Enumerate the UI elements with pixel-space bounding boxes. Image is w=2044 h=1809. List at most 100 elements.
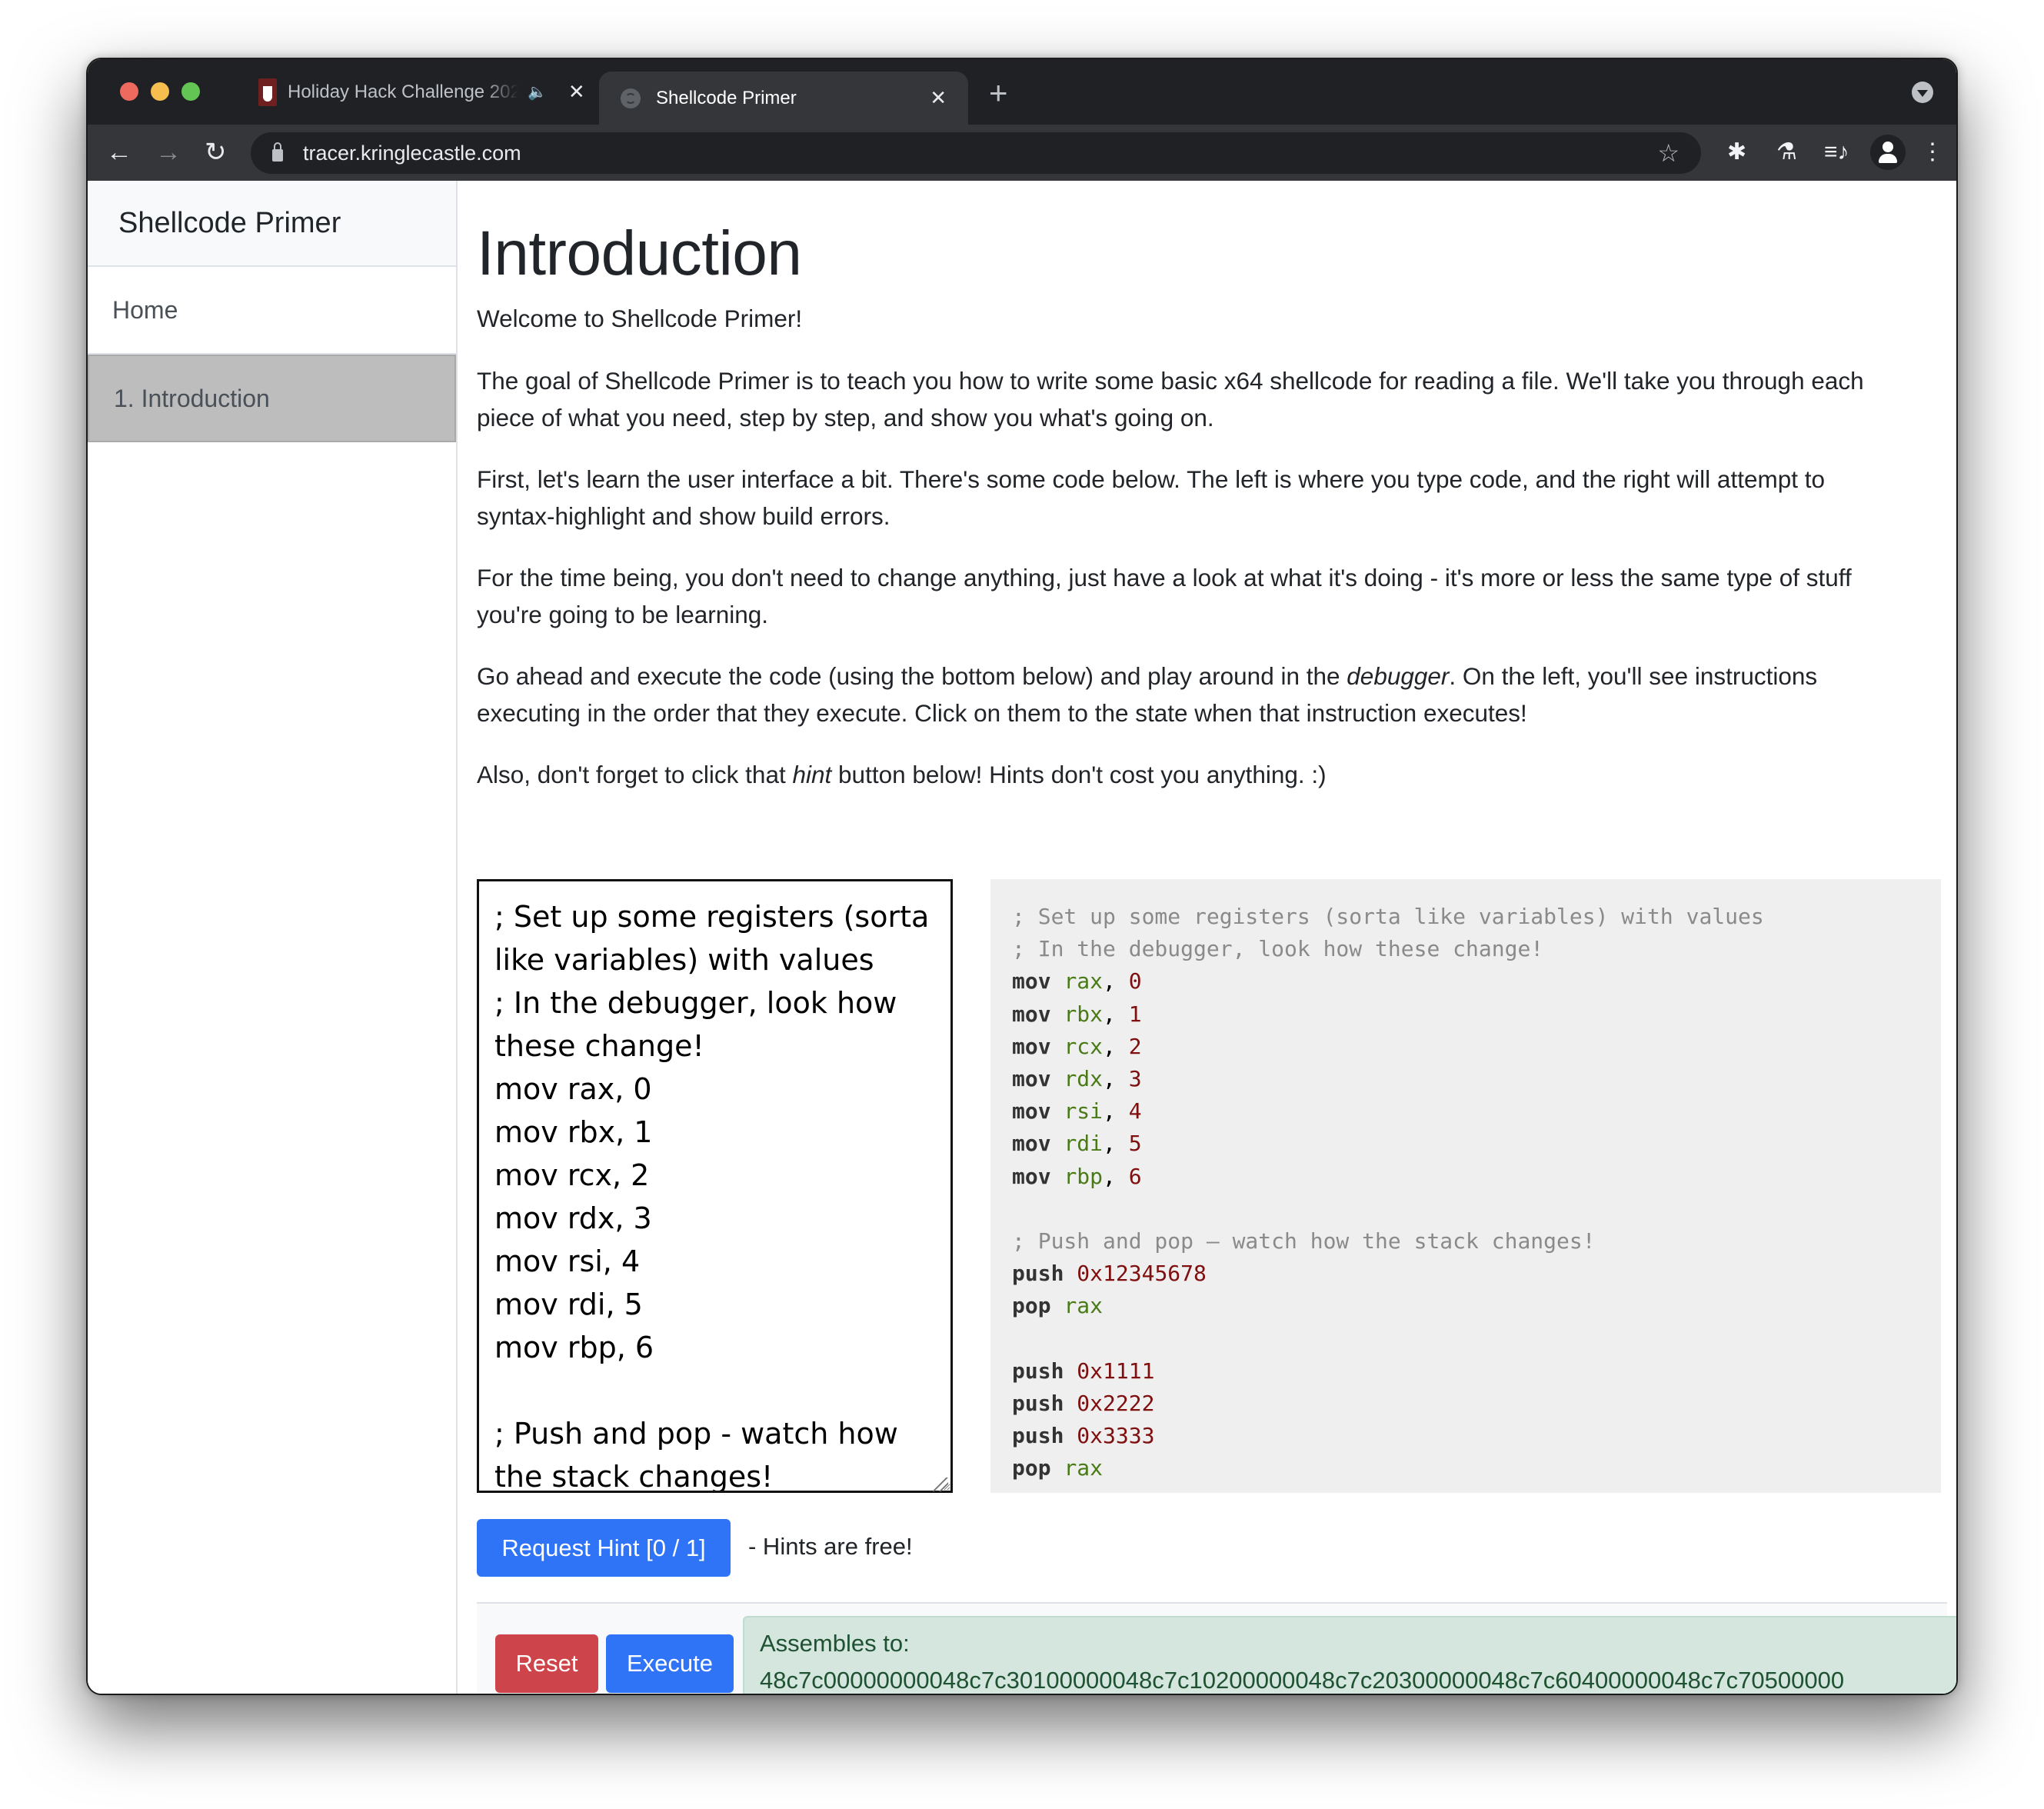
address-bar[interactable]: tracer.kringlecastle.com ☆ xyxy=(251,132,1701,174)
code-instruction: push xyxy=(1012,1358,1064,1384)
execute-button[interactable]: Execute xyxy=(606,1634,734,1693)
reset-button[interactable]: Reset xyxy=(495,1634,598,1693)
sidebar: Shellcode Primer Home 1. Introduction xyxy=(88,181,458,1694)
time-paragraph: For the time being, you don't need to ch… xyxy=(477,564,1852,628)
code-line: pop rax xyxy=(1012,1452,1941,1484)
sidebar-item-label: Home xyxy=(112,295,178,324)
profile-avatar-icon[interactable] xyxy=(1870,135,1906,170)
code-immediate: 0x3333 xyxy=(1077,1423,1155,1448)
code-immediate: 3 xyxy=(1128,1065,1142,1091)
sidebar-item-home[interactable]: Home xyxy=(88,267,456,355)
code-register: rax xyxy=(1064,1488,1103,1493)
main-content: Introduction Welcome to Shellcode Primer… xyxy=(458,181,1956,1694)
code-punct: , xyxy=(1103,1065,1129,1091)
syntax-highlight-panel: ; Set up some registers (sorta like vari… xyxy=(990,879,1941,1493)
assembled-hex: 48c7c00000000048c7c30100000048c7c1020000… xyxy=(760,1667,1845,1694)
code-register: rdi xyxy=(1064,1131,1104,1157)
forward-arrow-icon[interactable]: → xyxy=(155,137,181,168)
avatar-head xyxy=(1883,142,1893,152)
code-punct: , xyxy=(1103,1131,1129,1157)
url-text[interactable]: tracer.kringlecastle.com xyxy=(303,142,521,165)
code-punct: , xyxy=(1103,1033,1129,1059)
extensions-puzzle-icon[interactable]: ✱ xyxy=(1727,137,1746,168)
code-instruction: mov xyxy=(1012,1065,1051,1091)
code-line: push 0x2222 xyxy=(1012,1388,1941,1420)
media-control-icon[interactable]: ≡♪ xyxy=(1824,137,1849,168)
labs-flask-icon[interactable]: ⚗ xyxy=(1776,137,1797,168)
code-immediate: 0x12345678 xyxy=(1077,1261,1207,1287)
code-register: rbx xyxy=(1064,1001,1104,1027)
lock-icon[interactable] xyxy=(272,142,283,162)
browser-window: Holiday Hack Challenge 2021 🔈 ✕ Shellcod… xyxy=(86,58,1958,1695)
code-immediate: 4 xyxy=(1128,1098,1142,1124)
reload-icon[interactable]: ↻ xyxy=(205,137,227,168)
code-register: rdx xyxy=(1064,1065,1104,1091)
code-instruction: pop xyxy=(1012,1455,1051,1481)
code-punct xyxy=(1064,1391,1077,1416)
code-line: mov rbx, 1 xyxy=(1012,998,1941,1031)
code-punct: , xyxy=(1103,968,1129,994)
code-immediate: 0x1111 xyxy=(1077,1358,1155,1384)
code-line: mov rcx, 2 xyxy=(1012,1031,1941,1063)
sidebar-item-introduction[interactable]: 1. Introduction xyxy=(88,355,456,442)
code-punct xyxy=(1051,1293,1064,1318)
tab-search-icon[interactable] xyxy=(1912,82,1933,103)
code-immediate: 2 xyxy=(1128,1033,1142,1059)
close-tab-icon[interactable]: ✕ xyxy=(568,80,585,104)
page-content: Shellcode Primer Home 1. Introduction In… xyxy=(88,181,1956,1694)
code-instruction: pop xyxy=(1012,1293,1051,1319)
request-hint-button[interactable]: Request Hint [0 / 1] xyxy=(477,1519,731,1577)
speaker-icon[interactable]: 🔈 xyxy=(528,82,547,102)
code-punct xyxy=(1051,1034,1064,1059)
code-line: mov rdi, 5 xyxy=(1012,1128,1941,1160)
avatar-body xyxy=(1879,154,1897,163)
resize-handle-icon[interactable] xyxy=(933,1478,948,1491)
kebab-menu-icon[interactable]: ⋮ xyxy=(1921,137,1944,168)
code-line: push 0x12345678 xyxy=(1012,1258,1941,1290)
code-register: rax xyxy=(1064,1293,1104,1319)
code-line: ; In the debugger, look how these change… xyxy=(1012,933,1941,965)
bookmark-star-icon[interactable]: ☆ xyxy=(1657,138,1679,168)
code-punct xyxy=(1051,1131,1064,1156)
hint-paragraph: Also, don't forget to click that hint bu… xyxy=(477,756,1907,793)
close-window-button[interactable] xyxy=(120,82,138,101)
execute-paragraph: Go ahead and execute the code (using the… xyxy=(477,658,1907,731)
santa-icon xyxy=(258,78,277,106)
assembles-to-label: Assembles to: xyxy=(760,1630,910,1657)
code-instruction: mov xyxy=(1012,1098,1051,1124)
new-tab-button[interactable]: + xyxy=(989,75,1008,112)
code-comment: ; Push and pop – watch how the stack cha… xyxy=(1012,1228,1596,1254)
code-comment: ; In the debugger, look how these change… xyxy=(1012,936,1544,962)
code-instruction: mov xyxy=(1012,1001,1051,1027)
hint-note: - Hints are free! xyxy=(748,1533,913,1560)
tab-title: Shellcode Primer xyxy=(656,87,797,108)
code-immediate: 0 xyxy=(1128,968,1142,994)
hint-text-start: Also, don't forget to click that xyxy=(477,761,793,788)
code-register: rax xyxy=(1064,968,1104,994)
code-line: mov rax, 0 xyxy=(1012,965,1941,998)
debugger-emphasis: debugger xyxy=(1347,662,1450,690)
zoom-window-button[interactable] xyxy=(181,82,200,101)
code-punct: , xyxy=(1103,1098,1129,1124)
minimize-window-button[interactable] xyxy=(151,82,169,101)
code-punct xyxy=(1051,1488,1064,1493)
code-instruction: mov xyxy=(1012,968,1051,994)
code-punct xyxy=(1051,1066,1064,1091)
code-punct xyxy=(1051,1164,1064,1189)
code-instruction: pop xyxy=(1012,1488,1051,1493)
sidebar-brand[interactable]: Shellcode Primer xyxy=(88,181,456,267)
code-line: mov rbp, 6 xyxy=(1012,1161,1941,1193)
code-immediate: 0x2222 xyxy=(1077,1390,1155,1416)
tab-shellcode-primer[interactable]: Shellcode Primer ✕ xyxy=(599,72,968,125)
code-register: rbp xyxy=(1064,1163,1104,1189)
code-editor-textarea[interactable]: ; Set up some registers (sorta like vari… xyxy=(477,879,953,1493)
code-punct: , xyxy=(1103,1163,1129,1189)
code-instruction: push xyxy=(1012,1423,1064,1448)
code-immediate: 5 xyxy=(1128,1131,1142,1157)
code-instruction: push xyxy=(1012,1390,1064,1416)
close-tab-icon[interactable]: ✕ xyxy=(930,86,947,110)
back-arrow-icon[interactable]: ← xyxy=(106,137,132,168)
browser-toolbar: ← → ↻ tracer.kringlecastle.com ☆ ✱ ⚗ ≡♪ … xyxy=(88,125,1956,181)
